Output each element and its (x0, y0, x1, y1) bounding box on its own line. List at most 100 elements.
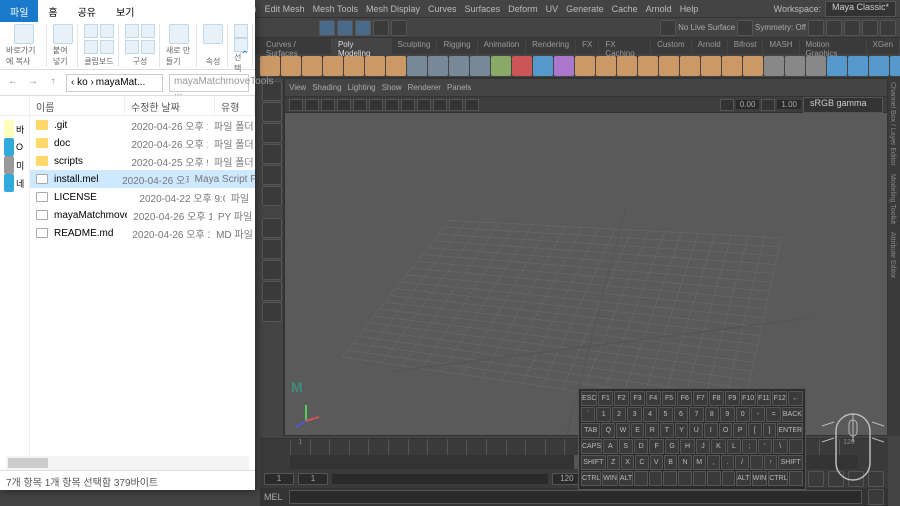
shelf-icon[interactable] (722, 56, 742, 76)
shelf-icon[interactable] (869, 56, 889, 76)
move-icon[interactable] (125, 24, 139, 38)
key-space[interactable] (750, 455, 763, 470)
shelf-icon[interactable] (365, 56, 385, 76)
vp-shadow-icon[interactable] (417, 99, 431, 111)
back-icon[interactable]: ← (6, 76, 20, 90)
layout-single-icon[interactable] (262, 218, 282, 238)
key-t[interactable]: T (660, 423, 674, 438)
file-row[interactable]: scripts2020-04-25 오후 9:58파일 폴더 (30, 152, 255, 170)
key-o[interactable]: O (719, 423, 733, 438)
shelf-tab[interactable]: Arnold (692, 38, 728, 54)
key-space[interactable] (663, 471, 677, 486)
sidebar-item[interactable]: O (0, 138, 29, 156)
menu-arnold[interactable]: Arnold (646, 4, 672, 14)
vp-gamma-field[interactable]: 1.00 (777, 100, 801, 109)
key-enter[interactable]: ENTER (777, 423, 803, 438)
key-d[interactable]: D (634, 439, 648, 454)
key-b[interactable]: B (664, 455, 677, 470)
key-f6[interactable]: F6 (677, 391, 692, 406)
shelf-icon[interactable] (302, 56, 322, 76)
vp-shade-icon[interactable] (369, 99, 383, 111)
menu-generate[interactable]: Generate (566, 4, 604, 14)
key-space[interactable] (634, 471, 648, 486)
file-row[interactable]: doc2020-04-26 오후 11:28파일 폴더 (30, 134, 255, 152)
viewport[interactable]: ViewShadingLightingShowRendererPanels 0.… (284, 78, 888, 436)
sidebar-item[interactable]: 미 (0, 156, 29, 174)
key-space[interactable] (649, 471, 663, 486)
key-alt[interactable]: ALT (736, 471, 750, 486)
file-row[interactable]: README.md2020-04-26 오후 11:32MD 파일 (30, 224, 255, 242)
copypath-icon[interactable] (84, 40, 98, 54)
vp-wire-icon[interactable] (353, 99, 367, 111)
copy2-icon[interactable] (141, 24, 155, 38)
vp-gamma-icon[interactable] (761, 99, 775, 111)
key-\[interactable]: \ (773, 439, 787, 454)
key-c[interactable]: C (635, 455, 648, 470)
key-s[interactable]: S (619, 439, 633, 454)
paste-icon[interactable] (53, 24, 73, 44)
vp-menu-item[interactable]: Panels (447, 83, 471, 92)
key-f4[interactable]: F4 (646, 391, 661, 406)
shelf-tab[interactable]: Bifrost (728, 38, 764, 54)
key-`[interactable]: ` (581, 407, 595, 422)
vp-menu-item[interactable]: Show (382, 83, 402, 92)
menu-meshtools[interactable]: Mesh Tools (313, 4, 358, 14)
key-6[interactable]: 6 (674, 407, 688, 422)
key-.[interactable]: . (721, 455, 734, 470)
key-0[interactable]: 0 (736, 407, 750, 422)
key-shift[interactable]: SHIFT (778, 455, 803, 470)
key-p[interactable]: P (733, 423, 747, 438)
key-z[interactable]: Z (607, 455, 620, 470)
vp-menu-item[interactable]: Lighting (348, 83, 376, 92)
new-scene-icon[interactable] (319, 20, 335, 36)
vp-iso-icon[interactable] (465, 99, 479, 111)
shelf-tab[interactable]: Poly Modeling (332, 38, 392, 54)
shelf-tab[interactable]: Animation (478, 38, 527, 54)
copy-icon[interactable] (100, 24, 114, 38)
shelf-tab[interactable]: FX (576, 38, 599, 54)
menu-deform[interactable]: Deform (508, 4, 538, 14)
key-v[interactable]: V (650, 455, 663, 470)
save-scene-icon[interactable] (355, 20, 371, 36)
shelf-tab[interactable]: Curves / Surfaces (260, 38, 332, 54)
ipr-icon[interactable] (826, 20, 842, 36)
col-type[interactable]: 유형 (215, 96, 255, 115)
key-5[interactable]: 5 (658, 407, 672, 422)
shelf-icon[interactable] (407, 56, 427, 76)
key-8[interactable]: 8 (705, 407, 719, 422)
key-=[interactable]: = (766, 407, 780, 422)
key-f9[interactable]: F9 (725, 391, 740, 406)
shelf-icon[interactable] (344, 56, 364, 76)
key-3[interactable]: 3 (627, 407, 641, 422)
move-tool-icon[interactable] (262, 144, 282, 164)
range-bar[interactable] (332, 474, 548, 484)
shelf-icon[interactable] (701, 56, 721, 76)
cut-icon[interactable] (84, 24, 98, 38)
vp-camera-icon[interactable] (305, 99, 319, 111)
key-space[interactable] (693, 471, 707, 486)
key-tab[interactable]: TAB (581, 423, 600, 438)
explorer-tab[interactable]: 파일 (0, 0, 38, 22)
shelf-icon[interactable] (533, 56, 553, 76)
key-f2[interactable]: F2 (614, 391, 629, 406)
shelf-tab[interactable]: Sculpting (392, 38, 438, 54)
key-←[interactable]: ← (788, 391, 803, 406)
explorer-tab[interactable]: 보기 (106, 0, 144, 22)
key-f1[interactable]: F1 (598, 391, 613, 406)
props-icon[interactable] (203, 24, 223, 44)
panel-toggle2-icon[interactable] (880, 20, 896, 36)
key-2[interactable]: 2 (612, 407, 626, 422)
file-row[interactable]: .git2020-04-26 오후 1:13파일 폴더 (30, 116, 255, 134)
up-icon[interactable]: ↑ (46, 76, 60, 90)
viewport-grid[interactable] (285, 113, 887, 435)
key-caps[interactable]: CAPS (581, 439, 602, 454)
selall-icon[interactable] (234, 24, 248, 38)
vp-menu-item[interactable]: Renderer (408, 83, 441, 92)
shelf-tab[interactable]: Motion Graphics (800, 38, 867, 54)
scroll-thumb[interactable] (8, 458, 48, 468)
range-start[interactable]: 1 (264, 473, 294, 485)
right-panel-tabs[interactable]: Channel Box / Layer EditorModeling Toolk… (888, 78, 900, 436)
layout-outliner-icon[interactable] (262, 302, 282, 322)
pin-icon[interactable] (14, 24, 34, 44)
key-space[interactable] (789, 471, 803, 486)
